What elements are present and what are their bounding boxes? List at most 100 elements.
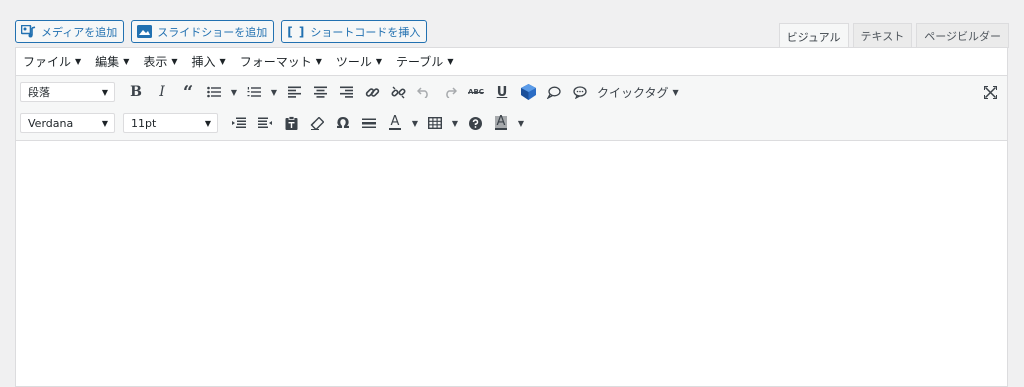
bullet-list-dropdown[interactable]: ▼ [227, 79, 241, 105]
menu-view[interactable]: 表示 ▼ [143, 53, 177, 70]
fullscreen-icon [983, 85, 997, 99]
toolbar-area: 段落 ▼ B I “ ▼ ▼ ABC U クイックタグ ▼ Verdana ▼ … [16, 76, 1007, 141]
menu-file-label: ファイル [23, 55, 72, 69]
table-button[interactable] [422, 110, 448, 136]
caret-down-icon: ▼ [171, 57, 178, 66]
help-button[interactable] [462, 110, 488, 136]
caret-down-icon: ▼ [411, 118, 419, 128]
add-slideshow-button[interactable]: スライドショーを追加 [131, 20, 275, 43]
underline-icon: U [496, 84, 508, 100]
background-color-button[interactable]: A [488, 110, 514, 136]
unlink-button[interactable] [385, 79, 411, 105]
blockquote-button[interactable]: “ [175, 79, 201, 105]
menubar: ファイル ▼ 編集 ▼ 表示 ▼ 挿入 ▼ フォーマット ▼ ツール ▼ テーブル ▼ [16, 48, 1007, 76]
font-size-select[interactable]: 11pt ▼ [123, 113, 218, 133]
text-color-button[interactable]: A [382, 110, 408, 136]
italic-button[interactable]: I [149, 79, 175, 105]
editor-content-area[interactable] [16, 141, 1007, 386]
clear-formatting-button[interactable] [304, 110, 330, 136]
font-family-select[interactable]: Verdana ▼ [20, 113, 115, 133]
menu-edit[interactable]: 編集 ▼ [95, 53, 129, 70]
text-color-dropdown[interactable]: ▼ [408, 110, 422, 136]
caret-down-icon: ▼ [101, 118, 108, 128]
indent-button[interactable] [252, 110, 278, 136]
font-family-value: Verdana [28, 116, 74, 130]
caret-down-icon: ▼ [230, 87, 238, 97]
caret-down-icon: ▼ [219, 57, 226, 66]
menu-insert[interactable]: 挿入 ▼ [192, 53, 226, 70]
table-icon [428, 117, 442, 129]
caret-down-icon: ▼ [672, 87, 679, 97]
quicktags-dropdown[interactable]: クイックタグ ▼ [593, 79, 683, 105]
help-icon [468, 116, 482, 130]
bold-button[interactable]: B [123, 79, 149, 105]
comment-bubble-button[interactable] [567, 79, 593, 105]
insert-shortcode-button[interactable]: [ ] ショートコードを挿入 [281, 20, 428, 43]
insert-link-button[interactable] [359, 79, 385, 105]
block-format-select[interactable]: 段落 ▼ [20, 82, 115, 102]
horizontal-line-button[interactable] [356, 110, 382, 136]
italic-icon: I [159, 84, 165, 100]
media-icon [21, 25, 36, 38]
plugin-logo-button[interactable] [515, 79, 541, 105]
numbered-list-dropdown[interactable]: ▼ [267, 79, 281, 105]
outdent-button[interactable] [226, 110, 252, 136]
background-color-icon: A [494, 114, 508, 130]
outdent-icon [232, 117, 246, 128]
bold-icon: B [130, 84, 142, 100]
menu-tools[interactable]: ツール ▼ [336, 53, 382, 70]
paste-text-button[interactable] [278, 110, 304, 136]
caret-down-icon: ▼ [451, 118, 459, 128]
add-media-button[interactable]: メディアを追加 [15, 20, 125, 43]
quicktags-label: クイックタグ [597, 85, 669, 100]
menu-table-label: テーブル [396, 55, 444, 69]
add-slideshow-label: スライドショーを追加 [157, 25, 268, 39]
bullet-list-button[interactable] [201, 79, 227, 105]
numbered-list-button[interactable] [241, 79, 267, 105]
redo-button[interactable] [437, 79, 463, 105]
background-color-dropdown[interactable]: ▼ [514, 110, 528, 136]
menu-format-label: フォーマット [239, 55, 312, 69]
editor: ファイル ▼ 編集 ▼ 表示 ▼ 挿入 ▼ フォーマット ▼ ツール ▼ テーブル ▼ 段落 ▼… [15, 47, 1008, 387]
menu-view-label: 表示 [143, 55, 168, 69]
undo-button[interactable] [411, 79, 437, 105]
align-center-icon [313, 86, 327, 98]
blockquote-icon: “ [182, 81, 194, 103]
strikethrough-button[interactable]: ABC [463, 79, 489, 105]
toolbar-row-1: 段落 ▼ B I “ ▼ ▼ ABC U クイックタグ ▼ [20, 79, 1003, 105]
fullscreen-button[interactable] [977, 79, 1003, 105]
tab-visual[interactable]: ビジュアル [778, 23, 849, 49]
special-character-button[interactable]: Ω [330, 110, 356, 136]
align-left-icon [287, 86, 301, 98]
align-right-button[interactable] [333, 79, 359, 105]
plugin-logo-icon [520, 84, 536, 100]
table-dropdown[interactable]: ▼ [448, 110, 462, 136]
menu-file[interactable]: ファイル ▼ [23, 53, 81, 70]
menu-table[interactable]: テーブル ▼ [396, 53, 453, 70]
comment-bubble-icon [573, 85, 587, 99]
menu-tools-label: ツール [335, 55, 372, 69]
tab-text[interactable]: テキスト [852, 23, 913, 48]
link-icon [365, 87, 379, 97]
underline-button[interactable]: U [489, 79, 515, 105]
align-left-button[interactable] [281, 79, 307, 105]
align-center-button[interactable] [307, 79, 333, 105]
caret-down-icon: ▼ [204, 118, 211, 128]
toolbar-row-2: Verdana ▼ 11pt ▼ Ω A ▼ ▼ A ▼ [20, 110, 1003, 136]
menu-format[interactable]: フォーマット ▼ [240, 53, 322, 70]
font-size-value: 11pt [131, 116, 157, 130]
omega-icon: Ω [336, 114, 350, 132]
clipboard-icon [285, 116, 297, 130]
media-buttons: メディアを追加 スライドショーを追加 [ ] ショートコードを挿入 [15, 20, 428, 43]
caret-down-icon: ▼ [101, 87, 108, 97]
caret-down-icon: ▼ [75, 57, 82, 66]
add-media-label: メディアを追加 [41, 25, 118, 39]
strikethrough-icon: ABC [468, 88, 484, 96]
shortcode-brackets-icon: [ ] [287, 24, 306, 39]
redo-icon [446, 87, 457, 98]
caret-down-icon: ▼ [447, 57, 454, 66]
speech-bubble-button[interactable] [541, 79, 567, 105]
caret-down-icon: ▼ [270, 87, 278, 97]
caret-down-icon: ▼ [375, 57, 383, 66]
tab-page-builder[interactable]: ページビルダー [916, 23, 1009, 48]
